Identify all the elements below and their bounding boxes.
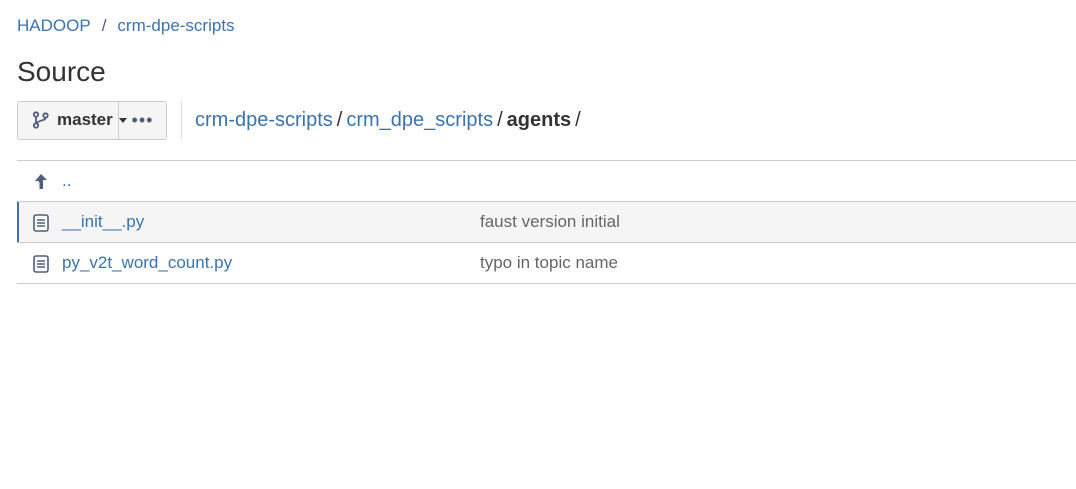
file-path-breadcrumb: crm-dpe-scripts / crm_dpe_scripts / agents /	[195, 108, 585, 132]
git-branch-icon	[32, 111, 50, 129]
path-separator: /	[575, 109, 581, 131]
branch-button-group: master •••	[17, 100, 167, 140]
more-actions-button[interactable]: •••	[119, 102, 166, 139]
path-segment-package[interactable]: crm_dpe_scripts	[346, 109, 493, 131]
file-list: .. __init__.py faust version initial py_…	[17, 160, 1076, 284]
page-title: Source	[17, 56, 106, 87]
commit-message: faust version initial	[480, 212, 620, 231]
branch-label: master	[57, 110, 113, 129]
file-row[interactable]: py_v2t_word_count.py typo in topic name	[17, 243, 1076, 284]
file-icon	[32, 254, 50, 274]
file-name-link[interactable]: __init__.py	[62, 212, 144, 232]
path-separator: /	[336, 109, 343, 131]
path-segment-repo[interactable]: crm-dpe-scripts	[195, 109, 333, 131]
breadcrumb-repo-link[interactable]: crm-dpe-scripts	[117, 16, 234, 35]
path-separator: /	[497, 109, 503, 131]
parent-directory-row[interactable]: ..	[17, 161, 1076, 202]
arrow-up-parent-icon	[32, 172, 50, 192]
file-row[interactable]: __init__.py faust version initial	[17, 202, 1076, 243]
breadcrumb-separator: /	[101, 16, 107, 35]
page: HADOOP / crm-dpe-scripts Source master •••	[0, 0, 1076, 489]
parent-directory-link[interactable]: ..	[62, 171, 71, 191]
breadcrumb-project-link[interactable]: HADOOP	[17, 16, 91, 35]
file-name-link[interactable]: py_v2t_word_count.py	[62, 253, 232, 273]
breadcrumb: HADOOP / crm-dpe-scripts	[17, 16, 235, 36]
branch-selector-button[interactable]: master	[18, 101, 127, 139]
file-icon	[32, 213, 50, 233]
commit-message: typo in topic name	[480, 253, 618, 272]
toolbar-divider	[181, 101, 182, 139]
path-current-folder: agents	[506, 109, 572, 131]
source-toolbar: master ••• crm-dpe-scripts / crm_dpe_scrip…	[17, 100, 585, 140]
